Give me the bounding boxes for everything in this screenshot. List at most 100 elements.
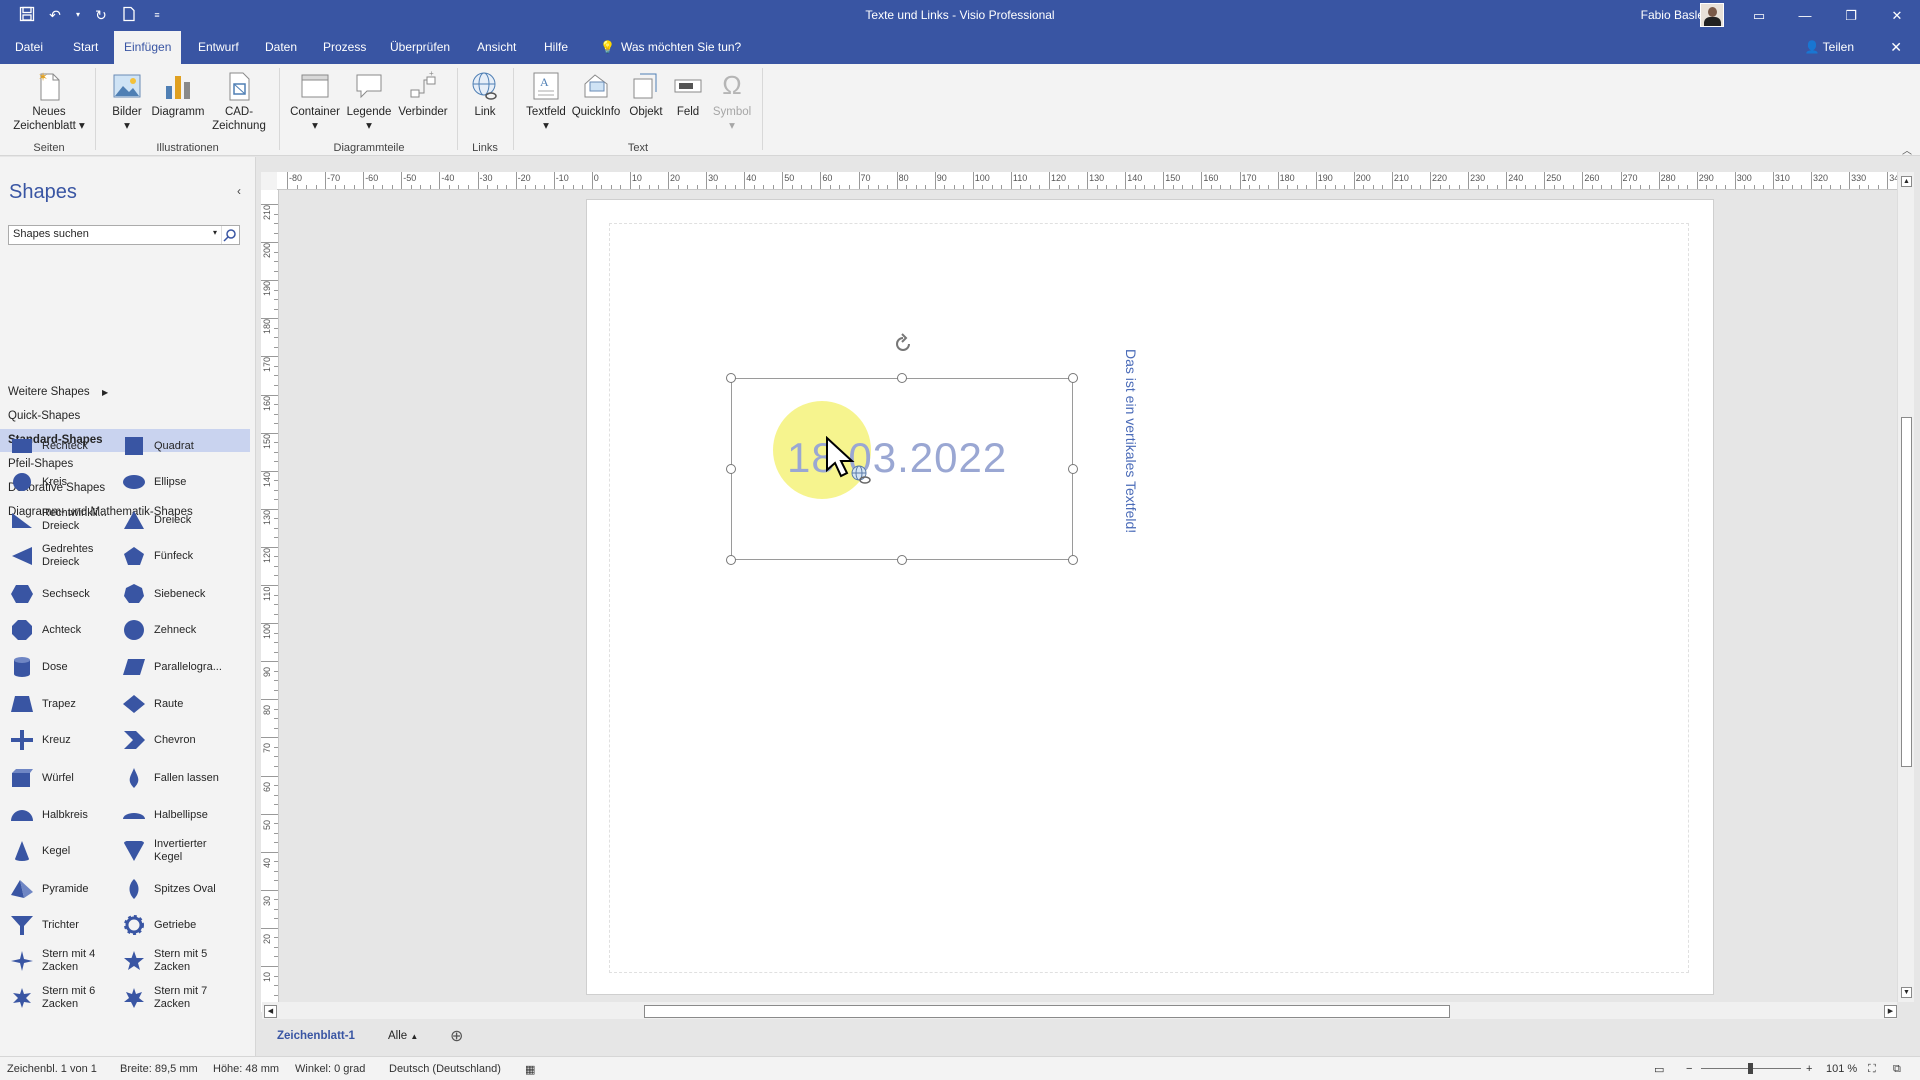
search-icon[interactable] [221,226,237,244]
tab-file[interactable]: Datei [5,31,53,64]
screentip-button[interactable]: QuickInfo [571,70,621,119]
scroll-right-icon[interactable]: ▶ [1884,1005,1897,1018]
vertical-scrollbar[interactable]: ▲ ▼ [1897,172,1914,1002]
vertical-scroll-thumb[interactable] [1901,417,1912,767]
symbol-button[interactable]: Ω Symbol ▾ [710,70,754,133]
new-page-button[interactable]: ✶ Neues Zeichenblatt ▾ [8,70,90,133]
shape-trichter[interactable]: Trichter [0,908,112,942]
shape-achteck[interactable]: Achteck [0,613,112,647]
close-document-icon[interactable]: ✕ [1890,31,1902,64]
container-button[interactable]: Container ▾ [288,70,342,133]
collapse-panel-icon[interactable]: ‹ [237,184,241,198]
zoom-level[interactable]: 101 % [1826,1063,1857,1075]
resize-handle[interactable] [1068,464,1078,474]
user-name[interactable]: Fabio Basler [1641,8,1708,22]
ribbon-display-options-icon[interactable]: ▭ [1736,0,1782,31]
shape-würfel[interactable]: Würfel [0,761,112,795]
resize-handle[interactable] [1068,555,1078,565]
shape-kegel[interactable]: Kegel [0,834,112,868]
shape-rechteck[interactable]: Rechteck [0,429,112,463]
shape-sechseck[interactable]: Sechseck [0,577,112,611]
resize-handle[interactable] [1068,373,1078,383]
shape-raute[interactable]: Raute [112,687,224,721]
tab-help[interactable]: Hilfe [534,31,578,64]
collapse-ribbon-icon[interactable]: ︿ [1902,142,1912,157]
stencil-quick-shapes[interactable]: Quick-Shapes [0,405,250,428]
minimize-icon[interactable]: — [1782,0,1828,31]
resize-handle[interactable] [726,464,736,474]
status-height[interactable]: Höhe: 48 mm [213,1063,279,1075]
shape-halbkreis[interactable]: Halbkreis [0,798,112,832]
shape-trapez[interactable]: Trapez [0,687,112,721]
shape-siebeneck[interactable]: Siebeneck [112,577,224,611]
scroll-down-icon[interactable]: ▼ [1901,987,1912,998]
shape-parallelogra[interactable]: Parallelogra... [112,650,224,684]
tab-data[interactable]: Daten [255,31,307,64]
legend-button[interactable]: Legende ▾ [344,70,394,133]
resize-handle[interactable] [726,555,736,565]
scroll-left-icon[interactable]: ◀ [264,1005,277,1018]
shape-getriebe[interactable]: Getriebe [112,908,224,942]
zoom-in-icon[interactable]: + [1806,1063,1812,1075]
status-language[interactable]: Deutsch (Deutschland) [389,1063,501,1075]
avatar[interactable] [1700,3,1724,27]
object-button[interactable]: Objekt [625,70,667,119]
fit-page-icon[interactable]: ⛶ [1868,1063,1876,1076]
shape-kreis[interactable]: Kreis [0,465,112,499]
page-tab-current[interactable]: Zeichenblatt-1 [277,1030,355,1042]
status-angle[interactable]: Winkel: 0 grad [295,1063,365,1075]
resize-handle[interactable] [726,373,736,383]
rotation-handle-icon[interactable] [891,332,915,356]
shape-gedrehtes-dreieck[interactable]: Gedrehtes Dreieck [0,539,112,573]
shape-fallen-lassen[interactable]: Fallen lassen [112,761,224,795]
field-button[interactable]: Feld [670,70,706,119]
switch-windows-icon[interactable]: ⧉ [1893,1063,1901,1076]
connector-button[interactable]: + Verbinder [396,69,450,119]
shape-zehneck[interactable]: Zehneck [112,613,224,647]
tell-me-box[interactable]: 💡 Was möchten Sie tun? [590,31,751,64]
stencil-more-shapes[interactable]: Weitere Shapes ▶ [0,381,250,404]
shape-quadrat[interactable]: Quadrat [112,429,224,463]
zoom-out-icon[interactable]: − [1686,1063,1692,1075]
all-pages-button[interactable]: Alle ▲ [388,1030,418,1042]
add-page-icon[interactable]: ⊕ [450,1026,463,1046]
tab-view[interactable]: Ansicht [467,31,526,64]
shape-rechtwinkli-dreieck[interactable]: Rechtwinkli... Dreieck [0,503,112,537]
shape-spitzes-oval[interactable]: Spitzes Oval [112,872,224,906]
drawing-canvas[interactable]: 18.03.2022 Das ist ein vertikales Textfe… [279,190,1903,1002]
macro-record-icon[interactable]: ▦ [525,1063,535,1076]
shape-dose[interactable]: Dose [0,650,112,684]
scroll-up-icon[interactable]: ▲ [1901,176,1912,187]
horizontal-scroll-thumb[interactable] [644,1005,1450,1018]
textbox-button[interactable]: A Textfeld ▾ [521,70,571,133]
shape-halbellipse[interactable]: Halbellipse [112,798,224,832]
tab-process[interactable]: Prozess [313,31,376,64]
close-icon[interactable]: ✕ [1874,0,1920,31]
horizontal-scrollbar[interactable]: ◀ ▶ [262,1002,1897,1019]
shape-stern-mit-6-zacken[interactable]: Stern mit 6 Zacken [0,981,112,1015]
link-button[interactable]: Link [465,70,505,119]
tab-design[interactable]: Entwurf [188,31,249,64]
status-width[interactable]: Breite: 89,5 mm [120,1063,198,1075]
tab-start[interactable]: Start [63,31,108,64]
shape-stern-mit-5-zacken[interactable]: Stern mit 5 Zacken [112,944,224,978]
shape-dreieck[interactable]: Dreieck [112,503,224,537]
shape-kreuz[interactable]: Kreuz [0,723,112,757]
shape-stern-mit-4-zacken[interactable]: Stern mit 4 Zacken [0,944,112,978]
shape-chevron[interactable]: Chevron [112,723,224,757]
vertical-textbox[interactable]: Das ist ein vertikales Textfeld! [1123,349,1139,533]
shape-stern-mit-7-zacken[interactable]: Stern mit 7 Zacken [112,981,224,1015]
resize-handle[interactable] [897,555,907,565]
tab-insert[interactable]: Einfügen [114,31,182,64]
chart-button[interactable]: Diagramm [150,70,206,119]
restore-icon[interactable]: ❐ [1828,0,1874,31]
tab-review[interactable]: Überprüfen [380,31,460,64]
resize-handle[interactable] [897,373,907,383]
shape-fünfeck[interactable]: Fünfeck [112,539,224,573]
cad-drawing-button[interactable]: CAD- Zeichnung [210,70,268,133]
share-button[interactable]: 👤 Teilen [1805,31,1854,64]
zoom-slider-thumb[interactable] [1748,1063,1753,1074]
shape-ellipse[interactable]: Ellipse [112,465,224,499]
shape-pyramide[interactable]: Pyramide [0,872,112,906]
presentation-mode-icon[interactable]: ▭ [1654,1063,1664,1076]
